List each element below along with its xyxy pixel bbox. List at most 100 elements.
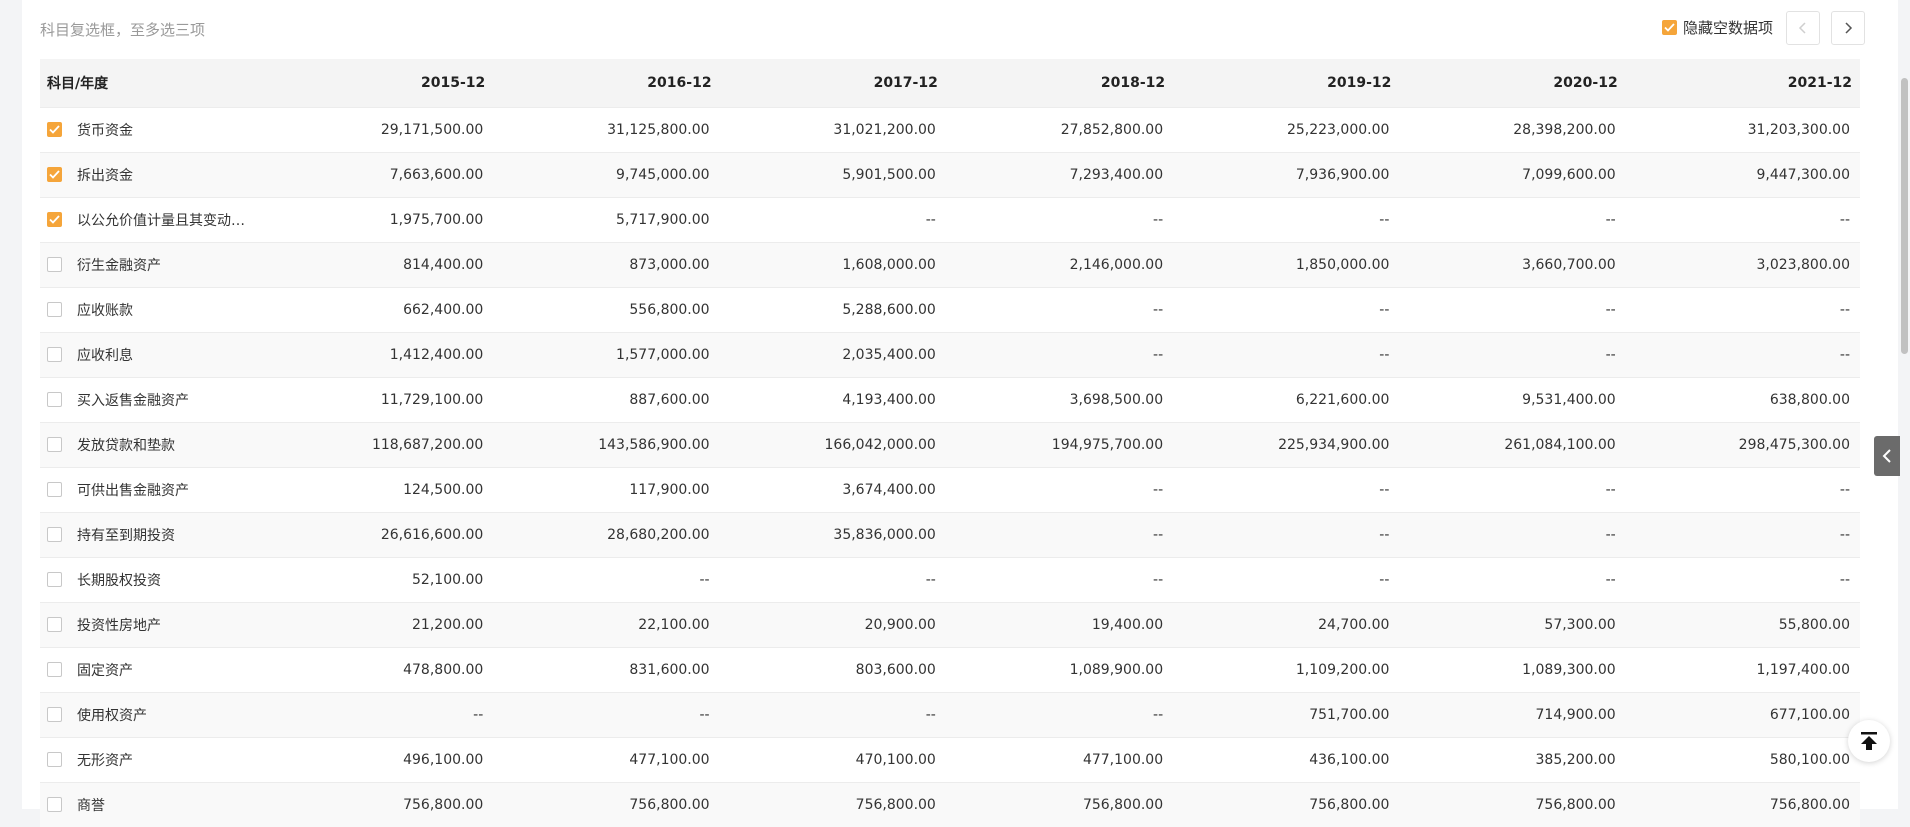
subject-label: 使用权资产 [77, 707, 147, 724]
subject-cell: 以公允价值计量且其变动计… [40, 197, 267, 242]
subject-checkbox[interactable] [47, 212, 62, 227]
column-header-subject: 科目/年度 [47, 75, 109, 92]
subject-cell: 无形资产 [40, 737, 267, 782]
prev-page-button[interactable] [1786, 11, 1820, 45]
subject-label: 应收账款 [77, 302, 133, 319]
scrollbar-thumb[interactable] [1901, 78, 1908, 354]
value-cell: 28,398,200.00 [1513, 121, 1616, 138]
subject-label: 持有至到期投资 [77, 527, 175, 544]
value-cell: 3,698,500.00 [1069, 391, 1164, 408]
value-cell: -- [1379, 211, 1390, 228]
subject-cell: 持有至到期投资 [40, 512, 267, 557]
value-cell: 25,223,000.00 [1286, 121, 1390, 138]
value-cell: 556,800.00 [629, 301, 710, 318]
value-cell: -- [1153, 211, 1164, 228]
subject-checkbox[interactable] [47, 437, 62, 452]
value-cell: 756,800.00 [1082, 796, 1164, 813]
column-header-year: 2018-12 [1100, 74, 1166, 91]
value-cell: -- [1605, 526, 1616, 543]
selection-hint: 科目复选框，至多选三项 [40, 21, 206, 39]
value-cell: 714,900.00 [1535, 706, 1616, 723]
value-cell: 55,800.00 [1778, 616, 1850, 633]
value-cell: 887,600.00 [629, 391, 710, 408]
value-cell: -- [925, 706, 936, 723]
value-cell: 477,100.00 [629, 751, 710, 768]
table-row: 无形资产 496,100.00 477,100.00 470,100.00 477,10… [40, 737, 1860, 782]
value-cell: 756,800.00 [1769, 796, 1850, 813]
value-cell: -- [1839, 346, 1850, 363]
value-cell: -- [1153, 301, 1164, 318]
back-to-top-button[interactable] [1848, 720, 1890, 762]
value-cell: 677,100.00 [1769, 706, 1850, 723]
side-panel-toggle[interactable] [1874, 436, 1900, 476]
subject-label: 应收利息 [77, 347, 133, 364]
vertical-scrollbar[interactable] [1899, 0, 1910, 809]
value-cell: 7,293,400.00 [1069, 166, 1164, 183]
subject-cell: 买入返售金融资产 [40, 377, 267, 422]
value-cell: 662,400.00 [403, 301, 484, 318]
value-cell: -- [1605, 481, 1616, 498]
value-cell: 5,901,500.00 [842, 166, 936, 183]
value-cell: 496,100.00 [403, 751, 484, 768]
value-cell: 194,975,700.00 [1051, 436, 1164, 453]
value-cell: -- [1605, 346, 1616, 363]
table-header-row: 科目/年度 2015-12 2016-12 2017-12 2018-12 2019-12… [40, 59, 1860, 107]
value-cell: 5,288,600.00 [842, 301, 936, 318]
chevron-left-icon [1882, 449, 1891, 463]
column-header-year: 2019-12 [1327, 74, 1392, 91]
value-cell: 3,023,800.00 [1756, 256, 1850, 273]
value-cell: 756,800.00 [855, 796, 936, 813]
next-page-button[interactable] [1831, 11, 1865, 45]
value-cell: 4,193,400.00 [842, 391, 936, 408]
subject-checkbox[interactable] [47, 752, 62, 767]
subject-checkbox[interactable] [47, 572, 62, 587]
value-cell: 31,021,200.00 [833, 121, 936, 138]
value-cell: 814,400.00 [403, 256, 484, 273]
subject-cell: 拆出资金 [40, 152, 267, 197]
subject-cell: 应收利息 [40, 332, 267, 377]
hide-empty-checkbox[interactable] [1662, 20, 1677, 35]
subject-checkbox[interactable] [47, 527, 62, 542]
value-cell: -- [1379, 301, 1390, 318]
value-cell: 11,729,100.00 [380, 391, 484, 408]
table-row: 应收账款 662,400.00 556,800.00 5,288,600.00 -- --… [40, 287, 1860, 332]
hide-empty-toggle[interactable]: 隐藏空数据项 [1662, 17, 1773, 38]
subject-checkbox[interactable] [47, 797, 62, 813]
value-cell: 6,221,600.00 [1295, 391, 1390, 408]
value-cell: 2,035,400.00 [842, 346, 936, 363]
value-cell: -- [1605, 571, 1616, 588]
subject-cell: 投资性房地产 [40, 602, 267, 647]
back-to-top-icon [1861, 732, 1877, 750]
value-cell: 756,800.00 [629, 796, 710, 813]
subject-checkbox[interactable] [47, 392, 62, 407]
value-cell: 52,100.00 [412, 571, 484, 588]
table-row: 应收利息 1,412,400.00 1,577,000.00 2,035,400.00… [40, 332, 1860, 377]
subject-checkbox[interactable] [47, 617, 62, 632]
subject-checkbox[interactable] [47, 302, 62, 317]
table-row: 衍生金融资产 814,400.00 873,000.00 1,608,000.00 2,… [40, 242, 1860, 287]
subject-checkbox[interactable] [47, 347, 62, 362]
table-row: 使用权资产 -- -- -- -- 751,700.00 714,900.00 677,100… [40, 692, 1860, 737]
value-cell: 3,674,400.00 [842, 481, 936, 498]
subject-label: 拆出资金 [77, 167, 133, 184]
subject-checkbox[interactable] [47, 662, 62, 677]
subject-label: 固定资产 [77, 662, 133, 679]
subject-checkbox[interactable] [47, 167, 62, 182]
value-cell: 1,577,000.00 [616, 346, 710, 363]
subject-checkbox[interactable] [47, 482, 62, 497]
subject-label: 商誉 [77, 797, 105, 814]
chevron-left-icon [1798, 22, 1806, 34]
value-cell: -- [1605, 211, 1616, 228]
value-cell: 7,663,600.00 [389, 166, 484, 183]
value-cell: -- [699, 706, 710, 723]
table-row: 发放贷款和垫款 118,687,200.00 143,586,900.00 166,0… [40, 422, 1860, 467]
value-cell: 57,300.00 [1544, 616, 1616, 633]
table-row: 固定资产 478,800.00 831,600.00 803,600.00 1,089,… [40, 647, 1860, 692]
subject-checkbox[interactable] [47, 707, 62, 722]
value-cell: 470,100.00 [855, 751, 936, 768]
subject-checkbox[interactable] [47, 122, 62, 137]
subject-checkbox[interactable] [47, 257, 62, 272]
value-cell: 117,900.00 [629, 481, 710, 498]
value-cell: 9,531,400.00 [1522, 391, 1616, 408]
table-row: 商誉 756,800.00 756,800.00 756,800.00 756,800.… [40, 782, 1860, 827]
